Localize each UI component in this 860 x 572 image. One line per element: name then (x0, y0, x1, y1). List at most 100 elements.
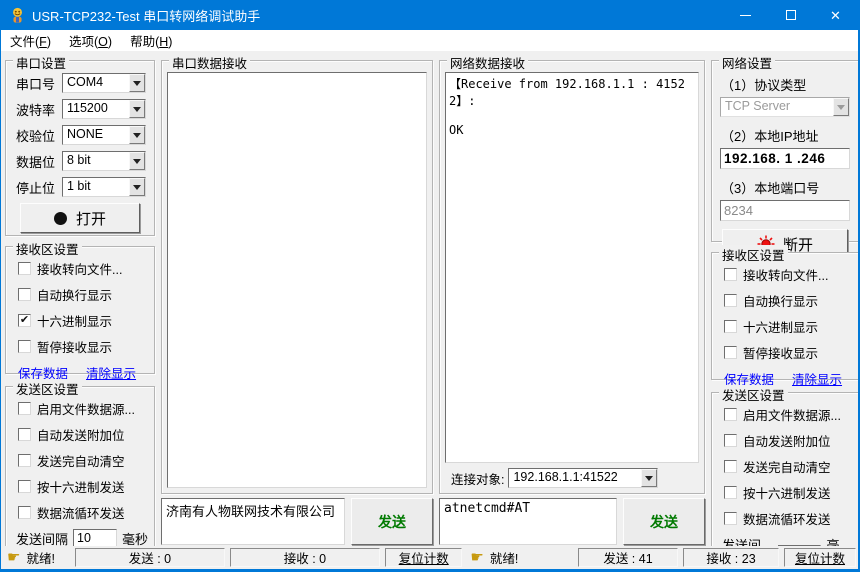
network-receive-area[interactable]: 【Receive from 192.168.1.1 : 41522】: OK (445, 72, 699, 463)
checkbox[interactable] (724, 346, 737, 359)
serial-ready-text: 就绪! (26, 552, 55, 566)
local-ip-input[interactable]: 192.168. 1 .246 (720, 148, 850, 169)
minimize-button[interactable] (723, 0, 768, 30)
serial-open-button[interactable]: 打开 (20, 203, 140, 233)
window-title: USR-TCP232-Test 串口转网络调试助手 (32, 8, 261, 24)
checkbox-row: 暂停接收显示 (18, 337, 148, 356)
serial-recv-count: 接收 : 0 (229, 548, 380, 567)
checkbox[interactable] (18, 262, 31, 275)
group-title: 网络设置 (719, 53, 776, 72)
local-port-label: （3）本地端口号 (721, 181, 820, 196)
checkbox-checked[interactable]: ✔ (18, 314, 31, 327)
serial-send-row: 济南有人物联网技术有限公司 发送 (161, 498, 433, 545)
menubar: 文件(F) 选项(O) 帮助(H) (1, 30, 858, 52)
connection-row: 连接对象: 192.168.1.1:41522 (445, 468, 699, 488)
checkbox[interactable] (724, 320, 737, 333)
serial-port-label: 串口号 (16, 76, 56, 92)
group-title: 接收区设置 (719, 245, 788, 264)
checkbox-row: 自动发送附加位 (18, 425, 148, 444)
baud-rate-select[interactable]: 115200 (62, 99, 146, 119)
checkbox[interactable] (18, 428, 31, 441)
checkbox-row: 启用文件数据源... (18, 399, 148, 418)
checkbox[interactable] (724, 294, 737, 307)
group-title: 串口数据接收 (169, 53, 251, 72)
checkbox-row: 接收转向文件... (724, 265, 852, 284)
menu-help[interactable]: 帮助(H) (121, 29, 181, 52)
serial-send-count: 发送 : 0 (74, 548, 225, 567)
checkbox[interactable] (724, 408, 737, 421)
checkbox[interactable] (18, 288, 31, 301)
network-receive-group: 网络数据接收 【Receive from 192.168.1.1 : 41522… (439, 53, 705, 494)
data-bits-select[interactable]: 8 bit (62, 151, 146, 171)
stop-bits-label: 停止位 (16, 180, 56, 196)
connection-label: 连接对象: (451, 472, 505, 487)
chevron-down-icon (129, 178, 145, 196)
serial-reset-count-button[interactable]: 复位计数 (384, 548, 463, 567)
parity-select[interactable]: NONE (62, 125, 146, 145)
maximize-button[interactable] (768, 0, 813, 30)
local-ip-label: （2）本地IP地址 (721, 129, 819, 144)
app-window: USR-TCP232-Test 串口转网络调试助手 ✕ 文件(F) 选项(O) … (0, 0, 860, 572)
network-send-button[interactable]: 发送 (623, 498, 705, 545)
chevron-down-icon (129, 152, 145, 170)
serial-port-select[interactable]: COM4 (62, 73, 146, 93)
network-recv-count: 接收 : 23 (683, 548, 779, 567)
menu-options[interactable]: 选项(O) (60, 29, 121, 52)
checkbox-row: 接收转向文件... (18, 259, 148, 278)
network-ready-text: 就绪! (489, 552, 519, 566)
serial-send-input[interactable]: 济南有人物联网技术有限公司 (161, 498, 345, 545)
protocol-type-label: （1）协议类型 (721, 78, 807, 93)
checkbox[interactable] (18, 454, 31, 467)
checkbox-row: 发送完自动清空 (724, 457, 852, 476)
checkbox-row: 数据流循环发送 (18, 503, 148, 522)
serial-data-column: 串口数据接收 济南有人物联网技术有限公司 发送 (161, 53, 433, 545)
checkbox[interactable] (18, 402, 31, 415)
checkbox[interactable] (724, 512, 737, 525)
group-title: 网络数据接收 (447, 53, 529, 72)
checkbox-row: 启用文件数据源... (724, 405, 852, 424)
close-button[interactable]: ✕ (813, 0, 858, 30)
stop-bits-select[interactable]: 1 bit (62, 177, 146, 197)
checkbox[interactable] (724, 268, 737, 281)
parity-label: 校验位 (16, 128, 56, 144)
checkbox[interactable] (18, 506, 31, 519)
main-area: 串口设置 串口号 COM4 波特率 115200 校验位 NONE 数据位 8 … (1, 52, 858, 572)
maximize-icon (785, 10, 796, 20)
clear-display-link[interactable]: 清除显示 (86, 363, 136, 382)
local-port-input[interactable]: 8234 (720, 200, 850, 221)
checkbox[interactable] (18, 340, 31, 353)
checkbox-row: 按十六进制发送 (18, 477, 148, 496)
network-send-settings-group: 发送区设置 启用文件数据源... 自动发送附加位 发送完自动清空 按十六进制发送 (711, 385, 858, 572)
menu-file[interactable]: 文件(F) (1, 29, 60, 52)
chevron-down-icon (833, 98, 849, 116)
statusbar: ☛ 就绪! 发送 : 0 接收 : 0 复位计数 ☛ 就绪! 发送 : 41 接… (1, 546, 858, 569)
serial-send-button[interactable]: 发送 (351, 498, 433, 545)
checkbox-row: 按十六进制发送 (724, 483, 852, 502)
network-send-count: 发送 : 41 (578, 548, 678, 567)
checkbox-row: 自动换行显示 (18, 285, 148, 304)
network-send-input[interactable]: atnetcmd#AT (439, 498, 617, 545)
connection-select[interactable]: 192.168.1.1:41522 (508, 468, 659, 488)
group-title: 串口设置 (13, 53, 70, 72)
checkbox[interactable] (724, 460, 737, 473)
close-icon: ✕ (830, 7, 841, 23)
checkbox[interactable] (18, 480, 31, 493)
clear-display-link[interactable]: 清除显示 (792, 369, 842, 388)
titlebar: USR-TCP232-Test 串口转网络调试助手 ✕ (1, 0, 858, 30)
checkbox-row: ✔ 十六进制显示 (18, 314, 113, 329)
protocol-type-select[interactable]: TCP Server (720, 97, 850, 117)
checkbox[interactable] (724, 486, 737, 499)
checkbox-row: 数据流循环发送 (724, 509, 852, 528)
network-send-row: atnetcmd#AT 发送 (439, 498, 705, 545)
network-recv-settings-group: 接收区设置 接收转向文件... 自动换行显示 十六进制显示 暂停接收显示 保存数… (711, 245, 858, 387)
checkbox-row: 自动换行显示 (724, 291, 852, 310)
serial-settings-group: 串口设置 串口号 COM4 波特率 115200 校验位 NONE 数据位 8 … (5, 53, 155, 236)
serial-receive-area[interactable] (167, 72, 427, 488)
network-reset-count-button[interactable]: 复位计数 (784, 548, 856, 567)
checkbox-row: 发送完自动清空 (18, 451, 148, 470)
serial-recv-settings-group: 接收区设置 接收转向文件... 自动换行显示 ✔ 十六进制显示 暂停接收显示 保… (5, 239, 155, 381)
checkbox[interactable] (724, 434, 737, 447)
serial-status-half: ☛ 就绪! 发送 : 0 接收 : 0 复位计数 (1, 546, 464, 569)
chevron-down-icon (129, 74, 145, 92)
checkbox-row: 自动发送附加位 (724, 431, 852, 450)
